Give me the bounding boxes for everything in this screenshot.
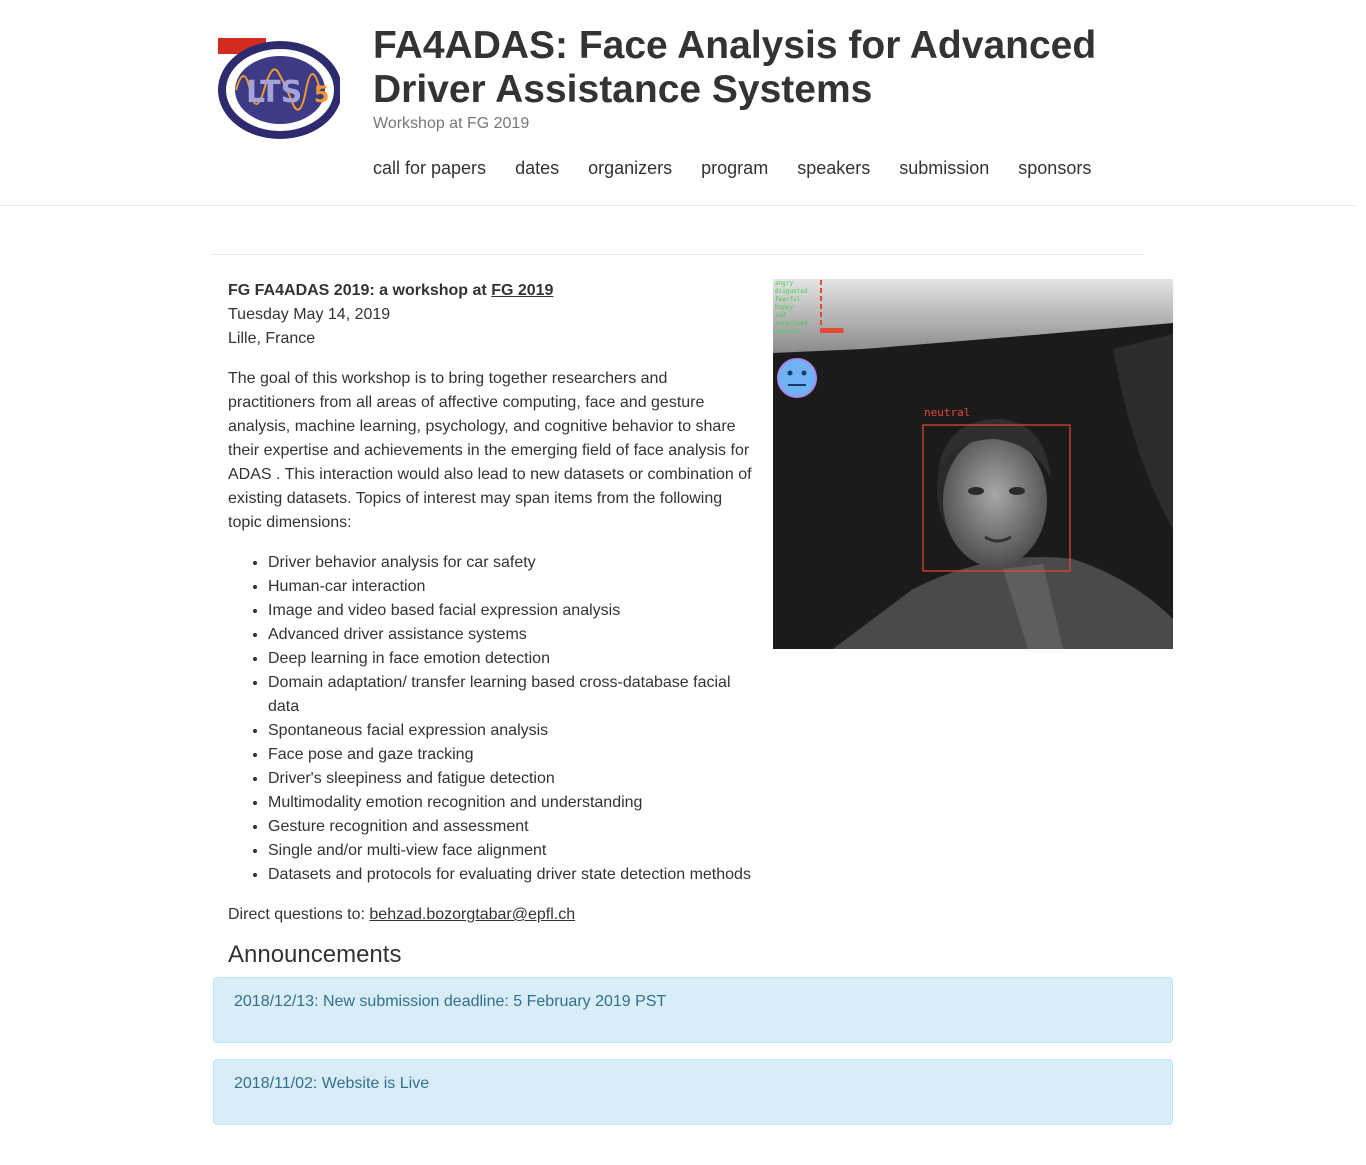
topic-item: Face pose and gaze tracking [268,743,758,767]
topic-item: Deep learning in face emotion detection [268,647,758,671]
main-nav: call for papers dates organizers program… [373,155,1120,181]
emotion-label-fearful: fearful [775,296,801,303]
fg2019-link[interactable]: FG 2019 [491,282,553,299]
emotion-bar-happy [820,304,822,309]
intro-section: FG FA4ADAS 2019: a workshop at FG 2019 T… [228,279,758,943]
topics-list: Driver behavior analysis for car safety … [228,551,758,887]
nav-link-organizers[interactable]: organizers [588,155,672,181]
workshop-location: Lille, France [228,330,316,347]
driver-face-analysis-image: neutral angry disgusted fearful happy sa… [773,279,1173,649]
emotion-bar-fearful [820,296,823,301]
nav-link-submission[interactable]: submission [899,155,989,181]
workshop-goal: The goal of this workshop is to bring to… [228,370,752,531]
svg-text:LTS: LTS [246,75,302,110]
nav-link-speakers[interactable]: speakers [797,155,870,181]
announcements-heading: Announcements [228,941,402,968]
emotion-label-happy: happy [775,304,793,311]
lts5-logo[interactable]: LTS 5 [216,32,340,140]
svg-text:5: 5 [314,83,329,108]
topic-item: Driver's sleepiness and fatigue detectio… [268,767,758,791]
emotion-label-surprised: surprised [775,320,808,327]
questions-label: Direct questions to: [228,906,370,923]
neutral-face-icon [777,358,817,398]
contact-email-link[interactable]: behzad.bozorgtabar@epfl.ch [369,906,575,923]
topic-item: Gesture recognition and assessment [268,815,758,839]
section-divider [213,254,1143,255]
nav-link-sponsors[interactable]: sponsors [1018,155,1091,181]
topic-item: Datasets and protocols for evaluating dr… [268,863,758,887]
nav-link-dates[interactable]: dates [515,155,559,181]
topic-item: Single and/or multi-view face alignment [268,839,758,863]
topic-item: Spontaneous facial expression analysis [268,719,758,743]
topic-item: Driver behavior analysis for car safety [268,551,758,575]
topic-item: Human-car interaction [268,575,758,599]
emotion-label-sad: sad [775,312,786,319]
emotion-label-neutral: neutral [775,328,801,335]
emotion-label-disgusted: disgusted [775,288,808,295]
workshop-date: Tuesday May 14, 2019 [228,306,391,323]
emotion-bar-neutral [820,328,844,333]
detected-emotion-label: neutral [924,406,970,419]
intro-header: FG FA4ADAS 2019: a workshop at FG 2019 T… [228,279,758,351]
emotion-bar-angry [820,280,822,285]
topic-item: Multimodality emotion recognition and un… [268,791,758,815]
site-title: FA4ADAS: Face Analysis for Advanced Driv… [373,24,1097,111]
topic-item: Advanced driver assistance systems [268,623,758,647]
emotion-bar-sad [820,312,822,317]
announcement-text: 2018/11/02: Website is Live [234,1075,430,1092]
site-header: LTS 5 FA4ADAS: Face Analysis for Advance… [0,0,1356,206]
nav-link-program[interactable]: program [701,155,768,181]
workshop-heading: FG FA4ADAS 2019: a workshop at FG 2019 [228,282,553,299]
nav-link-call-for-papers[interactable]: call for papers [373,155,486,181]
site-subtitle: Workshop at FG 2019 [373,115,530,132]
emotion-label-angry: angry [775,280,793,287]
announcement-alert: 2018/12/13: New submission deadline: 5 F… [213,977,1173,1043]
workshop-heading-text: FG FA4ADAS 2019: a workshop at [228,282,492,299]
announcement-text: 2018/12/13: New submission deadline: 5 F… [234,993,667,1010]
topic-item: Domain adaptation/ transfer learning bas… [268,671,758,719]
announcement-alert: 2018/11/02: Website is Live [213,1059,1173,1125]
emotion-bar-disgusted [820,288,822,293]
contact-line: Direct questions to: behzad.bozorgtabar@… [228,903,758,927]
emotion-bar-surprised [820,320,822,325]
topic-item: Image and video based facial expression … [268,599,758,623]
